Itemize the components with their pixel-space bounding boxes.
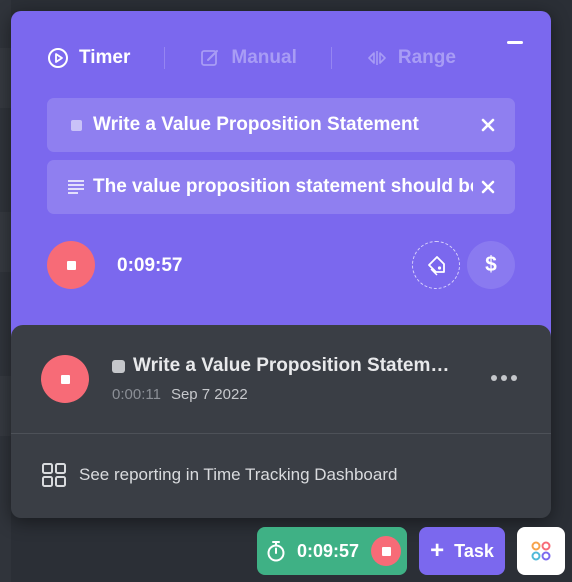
stopwatch-icon xyxy=(265,540,287,562)
add-task-button[interactable]: + Task xyxy=(419,527,505,575)
range-icon xyxy=(366,47,388,69)
tab-range-label: Range xyxy=(397,47,456,68)
mode-tabs: Timer Manual Range xyxy=(47,43,517,73)
background-row xyxy=(0,212,11,272)
mini-stop-button[interactable] xyxy=(371,536,402,566)
edit-icon xyxy=(199,47,221,69)
tab-manual[interactable]: Manual xyxy=(199,43,297,73)
apps-grid-icon xyxy=(531,541,551,561)
reporting-link-label: See reporting in Time Tracking Dashboard xyxy=(79,465,398,484)
close-icon xyxy=(481,118,495,132)
divider xyxy=(11,433,551,434)
reporting-link[interactable]: See reporting in Time Tracking Dashboard xyxy=(41,462,397,488)
close-icon xyxy=(481,180,495,194)
entry-stop-button[interactable] xyxy=(41,355,89,403)
entry-title-text: Write a Value Proposition Statement xyxy=(133,355,452,376)
description-icon xyxy=(63,180,89,194)
task-status-icon xyxy=(63,119,89,131)
more-options-icon[interactable] xyxy=(491,375,517,381)
tag-icon xyxy=(428,256,445,276)
entry-title: Write a Value Proposition Statement xyxy=(112,355,452,377)
running-timer-pill[interactable]: 0:09:57 xyxy=(257,527,407,575)
entry-meta: 0:00:11 Sep 7 2022 xyxy=(112,386,248,403)
stop-icon xyxy=(66,260,76,270)
stop-timer-button[interactable] xyxy=(47,241,95,289)
task-status-icon xyxy=(112,359,125,373)
tab-divider xyxy=(330,47,332,69)
task-field[interactable]: Write a Value Proposition Statement xyxy=(47,98,515,152)
description-field-value: The value proposition statement should b… xyxy=(93,176,473,197)
running-timer-value: 0:09:57 xyxy=(297,540,360,561)
time-tracker-popup: Timer Manual Range Write a Value Proposi… xyxy=(11,11,551,518)
elapsed-time: 0:09:57 xyxy=(117,255,183,276)
entry-duration: 0:00:11 xyxy=(112,386,161,403)
tab-timer-label: Timer xyxy=(79,47,131,68)
tab-divider xyxy=(164,47,166,69)
plus-icon: + xyxy=(430,537,445,564)
tab-timer[interactable]: Timer xyxy=(47,43,130,73)
stop-icon xyxy=(381,546,391,556)
tab-manual-label: Manual xyxy=(231,47,297,68)
entry-date: Sep 7 2022 xyxy=(170,386,248,403)
clear-description-button[interactable] xyxy=(473,180,503,194)
timer-header: Timer Manual Range Write a Value Proposi… xyxy=(11,11,551,351)
time-entry-row[interactable]: Write a Value Proposition Statement 0:00… xyxy=(11,325,551,433)
tab-range[interactable]: Range xyxy=(366,43,456,73)
apps-button[interactable] xyxy=(517,527,565,575)
add-task-label: Task xyxy=(454,540,494,561)
description-field[interactable]: The value proposition statement should b… xyxy=(47,160,515,214)
clear-task-button[interactable] xyxy=(473,118,503,132)
billable-button[interactable]: $ xyxy=(467,241,515,289)
background-row xyxy=(0,376,11,436)
stop-icon xyxy=(60,374,70,384)
background-row xyxy=(0,48,11,108)
play-circle-icon xyxy=(47,47,69,69)
task-field-value: Write a Value Proposition Statement xyxy=(93,114,419,135)
dollar-icon: $ xyxy=(485,253,497,276)
add-tag-button[interactable] xyxy=(412,241,460,289)
dashboard-icon xyxy=(42,463,66,487)
